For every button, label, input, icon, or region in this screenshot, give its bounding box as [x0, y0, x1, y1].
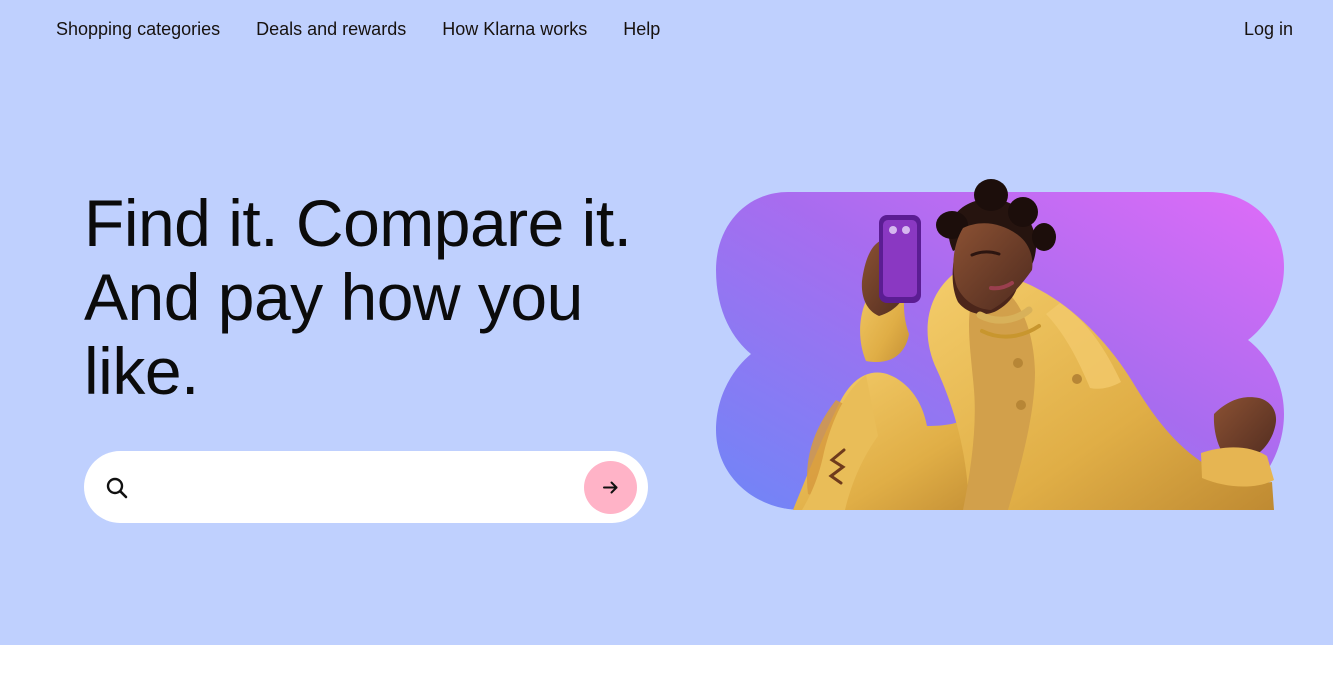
- nav-help[interactable]: Help: [623, 18, 660, 40]
- nav-how-klarna-works[interactable]: How Klarna works: [442, 18, 587, 40]
- hero-fashion-image: [716, 179, 1284, 510]
- search-submit-button[interactable]: [584, 461, 637, 514]
- page-title: Find it. Compare it. And pay how you lik…: [84, 186, 704, 408]
- nav-shopping-categories[interactable]: Shopping categories: [56, 18, 220, 40]
- headline-line-one: Find it. Compare it.: [84, 186, 632, 260]
- login-link[interactable]: Log in: [1244, 18, 1293, 40]
- search-icon: [105, 476, 129, 500]
- product-search-form: [84, 451, 648, 523]
- headline-line-three: like.: [84, 334, 199, 408]
- search-input[interactable]: [140, 463, 574, 513]
- nav-deals-and-rewards[interactable]: Deals and rewards: [256, 18, 406, 40]
- arrow-right-icon: [603, 481, 618, 494]
- hero-section: Shopping categories Deals and rewards Ho…: [0, 0, 1333, 645]
- headline-line-two: And pay how you: [84, 260, 583, 334]
- main-navigation: Shopping categories Deals and rewards Ho…: [56, 18, 660, 40]
